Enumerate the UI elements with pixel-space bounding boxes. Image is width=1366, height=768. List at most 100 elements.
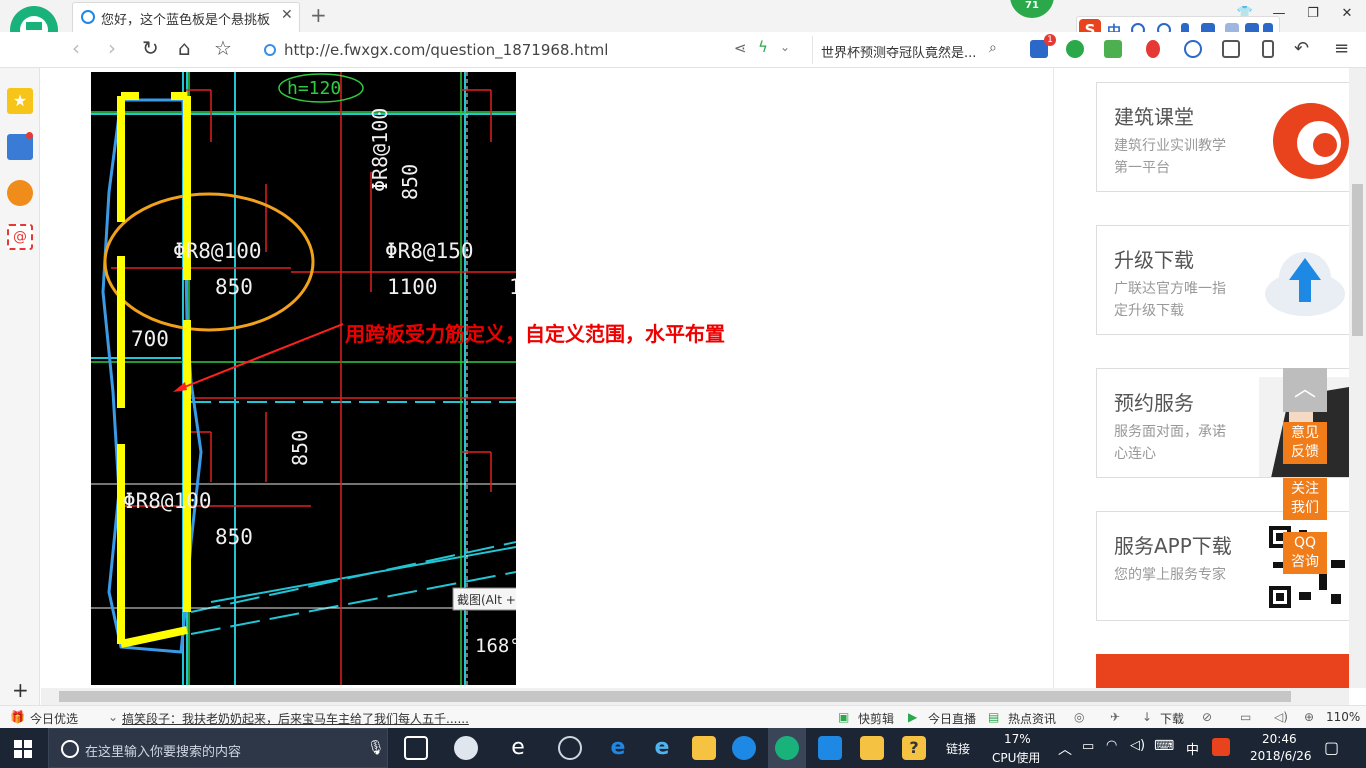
refresh-icon[interactable]: ↻ bbox=[142, 36, 159, 60]
window-icon[interactable]: ▭ bbox=[1240, 710, 1251, 724]
clean-icon[interactable]: ⊘ bbox=[1202, 710, 1212, 724]
notification-badge: 1 bbox=[1044, 34, 1056, 46]
zoom-level[interactable]: 110% bbox=[1326, 710, 1360, 724]
notes-icon[interactable] bbox=[860, 736, 884, 760]
notification-center-icon[interactable]: ▢ bbox=[1324, 738, 1339, 757]
banner-ad[interactable] bbox=[1096, 654, 1349, 688]
tray-expand-icon[interactable]: ︿ bbox=[1058, 739, 1072, 759]
card-upgrade-download[interactable]: 升级下载 广联达官方唯一指定升级下载 bbox=[1096, 225, 1349, 335]
screenshot-scissors-icon[interactable] bbox=[1146, 40, 1160, 58]
sidebar-add-button[interactable]: + bbox=[12, 678, 29, 702]
status-item[interactable]: 今日直播 bbox=[928, 710, 976, 727]
microphone-icon[interactable]: 🎙 bbox=[367, 740, 385, 756]
windows-start-icon[interactable] bbox=[14, 740, 32, 758]
chevron-down-icon[interactable]: ⌄ bbox=[108, 710, 118, 724]
close-window-button[interactable]: ✕ bbox=[1330, 6, 1364, 21]
volume-icon[interactable]: ◁) bbox=[1274, 710, 1288, 724]
apps-grid-icon[interactable] bbox=[1222, 40, 1240, 58]
share-icon[interactable]: ⋖ bbox=[734, 39, 747, 57]
vertical-scroll-thumb[interactable] bbox=[1352, 184, 1363, 336]
links-toolbar[interactable]: 链接 bbox=[946, 740, 970, 757]
maximize-button[interactable]: ❐ bbox=[1296, 6, 1330, 21]
edge-legacy-icon[interactable]: e bbox=[506, 736, 530, 760]
qq-consult-button[interactable]: QQ咨询 bbox=[1283, 532, 1327, 574]
home-icon[interactable]: ⌂ bbox=[178, 36, 191, 60]
app-g-icon[interactable] bbox=[732, 736, 756, 760]
card-building-class[interactable]: 建筑课堂 建筑行业实训教学第一平台 bbox=[1096, 82, 1349, 192]
keyboard-icon[interactable]: ⌨ bbox=[1154, 738, 1174, 754]
speed-icon[interactable]: ◎ bbox=[1074, 710, 1084, 724]
screenshot-tooltip: 截图(Alt + bbox=[457, 593, 516, 607]
cad-label-rebar: ΦR8@100 bbox=[173, 239, 262, 263]
cad-label-dim: 1 bbox=[509, 275, 516, 299]
cad-label-h: h=120 bbox=[287, 78, 341, 99]
annotation-text: 用跨板受力筋定义，自定义范围，水平布置 bbox=[345, 322, 725, 346]
undo-icon[interactable]: ↶ bbox=[1294, 38, 1309, 59]
back-to-top-button[interactable]: ︿ bbox=[1283, 368, 1327, 412]
status-bar: 🎁 今日优选 ⌄ 搞笑段子：我扶老奶奶起来，后来宝马车主给了我们每人五千....… bbox=[0, 705, 1366, 728]
wallet-icon[interactable] bbox=[1066, 40, 1084, 58]
speaker-icon[interactable]: ◁) bbox=[1130, 738, 1145, 753]
card-desc: 广联达官方唯一指定升级下载 bbox=[1114, 281, 1226, 319]
column-divider bbox=[1053, 68, 1054, 688]
battery-icon[interactable]: ▭ bbox=[1082, 739, 1094, 754]
tab-close-icon[interactable]: ✕ bbox=[281, 7, 293, 23]
taskbar-search[interactable]: 在这里输入你要搜索的内容 🎙 bbox=[48, 728, 388, 768]
chevron-down-icon[interactable]: ⌄ bbox=[780, 40, 790, 54]
cad-drawing-image: h=120 ΦR8@100 850 ΦR8@100 850 ΦR8@150 11… bbox=[91, 72, 516, 685]
translate-icon[interactable] bbox=[1104, 40, 1122, 58]
news-link[interactable]: 搞笑段子：我扶老奶奶起来，后来宝马车主给了我们每人五千...... bbox=[122, 710, 469, 727]
sogou-tray-icon[interactable] bbox=[1212, 738, 1230, 756]
horizontal-scrollbar[interactable] bbox=[41, 688, 1349, 705]
cloud-download-icon bbox=[1265, 252, 1345, 316]
new-tab-button[interactable]: + bbox=[310, 3, 327, 27]
edge-icon[interactable]: e bbox=[606, 736, 630, 760]
page-content: h=120 ΦR8@100 850 ΦR8@100 850 ΦR8@150 11… bbox=[41, 68, 1349, 688]
feedback-button[interactable]: 意见反馈 bbox=[1283, 422, 1327, 464]
swirl-app-icon[interactable] bbox=[558, 736, 582, 760]
card-desc: 服务面对面，承诺心连心 bbox=[1114, 424, 1226, 462]
windows-taskbar: 在这里输入你要搜索的内容 🎙 e e e ? 链接 17% CPU使用 ︿ ▭ … bbox=[0, 728, 1366, 768]
wifi-icon[interactable]: ◠ bbox=[1106, 738, 1117, 753]
url-text[interactable]: http://e.fwxgx.com/question_1871968.html bbox=[284, 41, 608, 59]
favorite-star-icon[interactable]: ☆ bbox=[214, 36, 232, 60]
clock-time[interactable]: 20:46 bbox=[1262, 732, 1297, 746]
file-explorer-icon[interactable] bbox=[692, 736, 716, 760]
mobile-icon[interactable] bbox=[1262, 40, 1274, 58]
search-icon[interactable]: ⌕ bbox=[989, 40, 997, 56]
status-item[interactable]: 快剪辑 bbox=[858, 710, 894, 727]
clock-date[interactable]: 2018/6/26 bbox=[1250, 749, 1312, 763]
horizontal-scroll-thumb[interactable] bbox=[59, 691, 1291, 702]
pin-icon[interactable]: ✈ bbox=[1110, 710, 1120, 724]
site-favicon-icon bbox=[81, 10, 95, 24]
status-item[interactable]: 热点资讯 bbox=[1008, 710, 1056, 727]
fan-app-icon[interactable] bbox=[454, 736, 478, 760]
weibo-icon[interactable] bbox=[7, 180, 33, 206]
mail-icon[interactable]: @ bbox=[7, 224, 33, 250]
forward-arrow-icon[interactable]: › bbox=[108, 36, 116, 60]
card-title: 服务APP下载 bbox=[1114, 534, 1232, 558]
search-text[interactable]: 世界杯预测夺冠队竟然是... bbox=[821, 42, 986, 61]
status-item[interactable]: 下载 bbox=[1160, 710, 1184, 727]
address-bar[interactable]: http://e.fwxgx.com/question_1871968.html… bbox=[260, 36, 808, 64]
help-app-icon[interactable]: ? bbox=[902, 736, 926, 760]
vertical-scrollbar[interactable] bbox=[1349, 68, 1366, 688]
today-picks-label[interactable]: 今日优选 bbox=[30, 710, 78, 727]
back-arrow-icon[interactable]: ‹ bbox=[72, 36, 80, 60]
cpu-usage-value: 17% bbox=[1004, 732, 1031, 746]
favorites-star-icon[interactable]: ★ bbox=[7, 88, 33, 114]
search-tool-icon[interactable] bbox=[1184, 40, 1202, 58]
task-view-icon[interactable] bbox=[404, 736, 428, 760]
speed-mode-icon[interactable]: ϟ bbox=[758, 38, 768, 56]
ime-indicator[interactable]: 中 bbox=[1186, 739, 1199, 758]
menu-icon[interactable]: ≡ bbox=[1334, 38, 1349, 59]
tab-active[interactable]: 您好，这个蓝色板是个悬挑板，跟 ✕ bbox=[72, 2, 300, 32]
cad-drawing-svg: h=120 ΦR8@100 850 ΦR8@100 850 ΦR8@150 11… bbox=[91, 72, 516, 685]
search-box[interactable]: 世界杯预测夺冠队竟然是... ⌕ bbox=[812, 36, 1012, 64]
ie-icon[interactable]: e bbox=[650, 736, 674, 760]
follow-us-button[interactable]: 关注我们 bbox=[1283, 478, 1327, 520]
network-tool-icon[interactable] bbox=[818, 736, 842, 760]
browser-taskbar-icon[interactable] bbox=[775, 736, 799, 760]
score-badge[interactable]: 71 bbox=[1010, 0, 1054, 18]
taskbar-search-placeholder: 在这里输入你要搜索的内容 bbox=[85, 745, 242, 760]
